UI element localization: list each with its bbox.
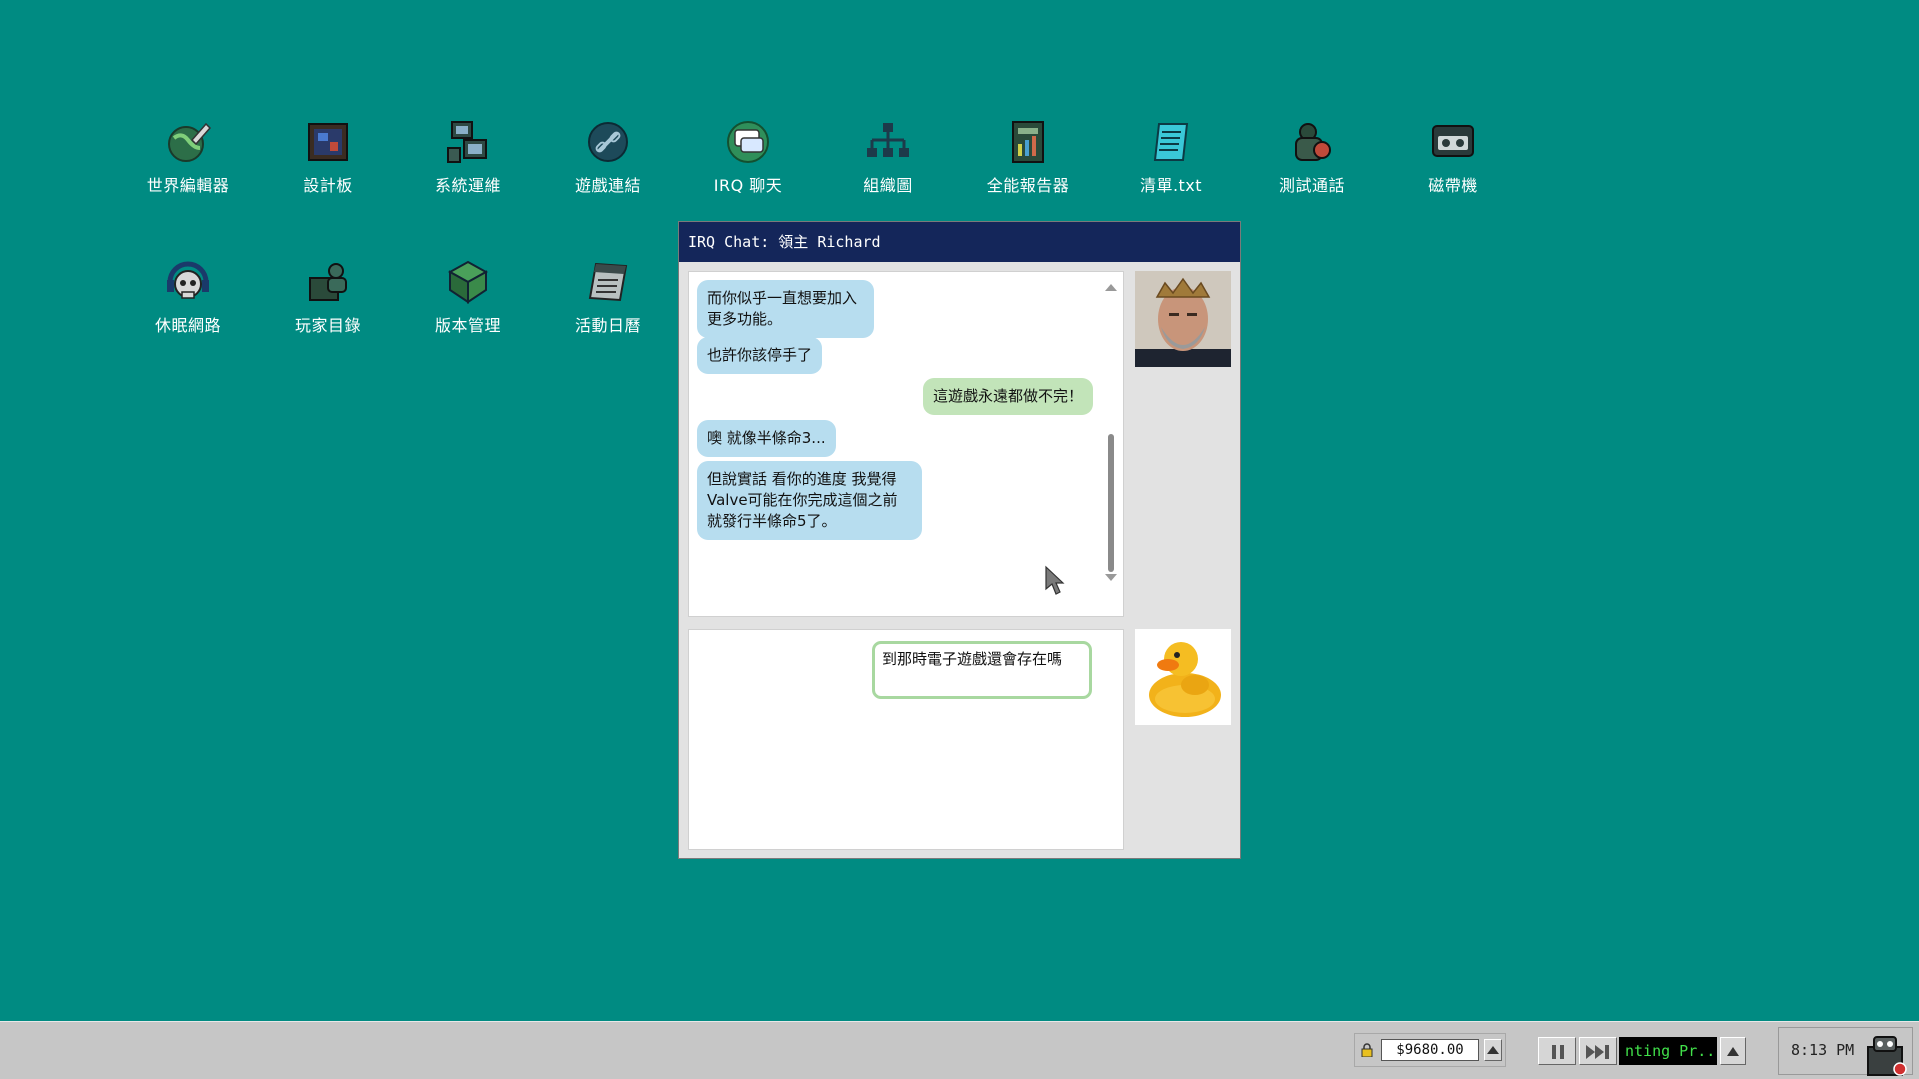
clock: 8:13 PM <box>1791 1041 1855 1059</box>
desktop-icon-test-call[interactable]: 測試通話 <box>1242 118 1382 196</box>
message-bubble-incoming: 而你似乎一直想要加入更多功能。 <box>697 280 874 338</box>
rubber-duck-icon <box>1135 629 1231 725</box>
desktop-icon-label: 世界編輯器 <box>146 176 230 195</box>
desktop-icon-system-ops[interactable]: 系統運維 <box>398 118 538 196</box>
message-bubble-incoming: 但說實話 看你的進度 我覺得Valve可能在你完成這個之前就發行半條命5了。 <box>697 461 922 540</box>
desktop-icon-label: 活動日曆 <box>574 316 641 335</box>
desktop-icon-label: 設計板 <box>303 176 353 195</box>
funds-widget: $9680.00 <box>1354 1033 1506 1067</box>
desktop-icon-label: 測試通話 <box>1278 176 1345 195</box>
irq-chat-icon <box>727 121 769 163</box>
funds-display: $9680.00 <box>1381 1039 1479 1061</box>
funds-expand-button[interactable] <box>1484 1039 1502 1061</box>
desktop-icon-label: 遊戲連結 <box>574 176 641 195</box>
chevron-up-icon <box>1727 1047 1739 1056</box>
message-bubble-incoming: 噢 就像半條命3... <box>697 420 836 457</box>
org-chart-icon <box>867 123 909 157</box>
desktop-icon-tape-drive[interactable]: 磁帶機 <box>1383 118 1523 196</box>
fast-forward-icon <box>1586 1045 1609 1059</box>
desktop-icon-player-directory[interactable]: 玩家目錄 <box>258 258 398 336</box>
game-link-icon <box>588 122 628 162</box>
robot-tray-icon[interactable] <box>1862 1033 1908 1077</box>
skull-headset-icon <box>167 261 209 299</box>
message-bubble-incoming: 也許你該停手了 <box>697 337 823 374</box>
reporter-icon <box>1012 121 1044 163</box>
skip-button[interactable] <box>1579 1037 1617 1065</box>
desktop-icon-label: 組織圖 <box>863 176 913 195</box>
desktop-icon-game-link[interactable]: 遊戲連結 <box>538 118 678 196</box>
desktop-icon-label: 版本管理 <box>434 316 501 335</box>
desktop: 世界編輯器 設計板 系統運維 遊戲連結 IRQ 聊天 組織圖 全能報告器 清單.… <box>0 0 1919 1021</box>
pause-icon <box>1552 1045 1564 1059</box>
desktop-icon-reporter[interactable]: 全能報告器 <box>958 118 1098 196</box>
desktop-icon-label: 休眠網路 <box>154 316 221 335</box>
desktop-icon-label: 磁帶機 <box>1428 176 1478 195</box>
desktop-icon-label: 全能報告器 <box>986 176 1070 195</box>
notepad-icon <box>1153 123 1189 161</box>
mouse-cursor-icon <box>1045 565 1065 595</box>
desktop-icon-calendar[interactable]: 活動日曆 <box>538 258 678 336</box>
status-expand-button[interactable] <box>1720 1037 1746 1065</box>
desktop-icon-notepad[interactable]: 清單.txt <box>1101 118 1241 196</box>
scrollbar-thumb[interactable] <box>1108 434 1114 572</box>
irq-chat-window[interactable]: IRQ Chat: 領主 Richard 而你似乎一直想要加入更多功能。 也許你… <box>678 221 1241 859</box>
window-title[interactable]: IRQ Chat: 領主 Richard <box>679 222 1240 262</box>
desktop-icon-label: 玩家目錄 <box>294 316 361 335</box>
system-ops-icon <box>447 121 487 163</box>
desktop-icon-design-board[interactable]: 設計板 <box>258 118 398 196</box>
scroll-down-arrow[interactable] <box>1105 574 1117 581</box>
user-avatar <box>1135 629 1231 725</box>
player-directory-icon <box>309 263 347 301</box>
world-editor-icon <box>168 122 212 162</box>
system-tray: 8:13 PM <box>1778 1027 1913 1077</box>
desktop-icon-version-control[interactable]: 版本管理 <box>398 258 538 336</box>
desktop-icon-world-editor[interactable]: 世界編輯器 <box>118 118 258 196</box>
message-bubble-outgoing: 這遊戲永遠都做不完！ <box>922 378 1093 415</box>
desktop-icon-label: 清單.txt <box>1139 176 1203 195</box>
test-call-icon <box>1295 123 1331 161</box>
lock-icon[interactable] <box>1361 1043 1373 1057</box>
desktop-icon-irq-chat[interactable]: IRQ 聊天 <box>678 118 818 196</box>
message-input-area[interactable]: 到那時電子遊戲還會存在嗎 <box>688 629 1124 850</box>
desktop-icon-org-chart[interactable]: 組織圖 <box>818 118 958 196</box>
calendar-icon <box>588 262 628 302</box>
taskbar: $9680.00 nting Pr... 8:13 PM <box>0 1021 1919 1079</box>
contact-avatar <box>1135 271 1231 367</box>
desktop-icon-sleep-network[interactable]: 休眠網路 <box>118 258 258 336</box>
design-board-icon <box>308 123 348 161</box>
tape-drive-icon <box>1432 125 1474 157</box>
scroll-up-arrow[interactable] <box>1105 284 1117 291</box>
contact-avatar-photo <box>1135 271 1231 367</box>
desktop-icon-label: IRQ 聊天 <box>713 176 783 195</box>
chevron-up-icon <box>1487 1046 1499 1054</box>
version-control-icon <box>447 260 489 304</box>
draft-message-bubble[interactable]: 到那時電子遊戲還會存在嗎 <box>872 641 1092 699</box>
pause-button[interactable] <box>1538 1037 1576 1065</box>
desktop-icon-label: 系統運維 <box>434 176 501 195</box>
status-ticker: nting Pr... <box>1619 1037 1717 1065</box>
